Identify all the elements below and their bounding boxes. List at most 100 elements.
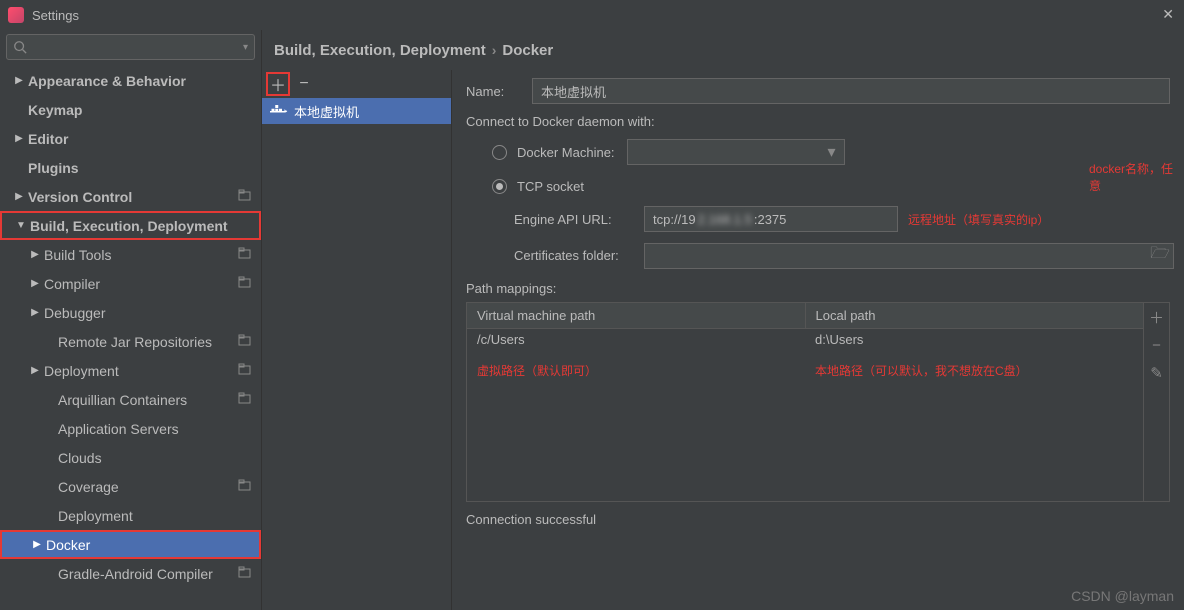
project-icon (238, 247, 251, 260)
tree-item[interactable]: ▶ Deployment (0, 356, 261, 385)
local-path-cell: d:\Users (805, 329, 1143, 350)
name-label: Name: (466, 84, 524, 99)
tree-item-label: Coverage (58, 479, 119, 495)
tree-item[interactable]: Gradle-Android Compiler (0, 559, 261, 588)
cert-folder-input[interactable] (644, 243, 1174, 269)
tree-arrow-icon: ▶ (14, 75, 24, 86)
tree-arrow-icon: ▶ (30, 249, 40, 260)
content-panel: Build, Execution, Deployment › Docker ＋ … (262, 30, 1184, 610)
path-mappings-table: Virtual machine path Local path /c/Users… (466, 302, 1170, 502)
tcp-socket-radio-row[interactable]: TCP socket (466, 175, 1170, 198)
breadcrumb-part: Build, Execution, Deployment (274, 42, 486, 59)
chevron-down-icon: ▾ (828, 142, 836, 162)
mapping-edit-button[interactable]: ✎ (1144, 359, 1169, 387)
search-input[interactable]: ▾ (6, 34, 255, 60)
name-annotation: docker名称，任意 (1089, 160, 1184, 194)
docker-machine-select[interactable]: ▾ (627, 139, 845, 165)
engine-url-annotation: 远程地址（填写真实的ip） (908, 211, 1049, 228)
tree-item-label: Clouds (58, 450, 102, 466)
tree-item-label: Debugger (44, 305, 106, 321)
tree-item[interactable]: Arquillian Containers (0, 385, 261, 414)
name-input[interactable] (532, 78, 1170, 104)
tree-item-label: Application Servers (58, 421, 179, 437)
engine-url-label: Engine API URL: (514, 212, 644, 227)
project-scope-icon (238, 189, 251, 205)
radio-docker-machine[interactable] (492, 145, 507, 160)
tree-item[interactable]: ▶ Editor (0, 124, 261, 153)
tree-item-label: Remote Jar Repositories (58, 334, 212, 350)
watermark: CSDN @layman (1071, 588, 1174, 604)
local-path-note: 本地路径（可以默认，我不想放在C盘） (805, 356, 1143, 385)
close-icon[interactable]: ✕ (1162, 6, 1174, 23)
breadcrumb-part: Docker (502, 42, 553, 59)
docker-machine-label: Docker Machine: (517, 145, 615, 160)
tree-item-label: Docker (46, 537, 90, 553)
tree-item[interactable]: ▶ Build Tools (0, 240, 261, 269)
connection-status: Connection successful (466, 502, 1170, 537)
tree-item-label: Compiler (44, 276, 100, 292)
tree-item-label: Editor (28, 131, 68, 147)
cert-folder-label: Certificates folder: (514, 248, 644, 263)
tree-item-label: Arquillian Containers (58, 392, 187, 408)
docker-list-column: ＋ − 本地虚拟机 (262, 70, 452, 610)
tree-item-label: Deployment (58, 508, 133, 524)
tree-item[interactable]: Keymap (0, 95, 261, 124)
docker-form: Name: docker名称，任意 Connect to Docker daem… (452, 70, 1184, 610)
breadcrumb: Build, Execution, Deployment › Docker (262, 30, 1184, 70)
project-icon (238, 189, 251, 202)
tree-item[interactable]: Deployment (0, 501, 261, 530)
project-scope-icon (238, 247, 251, 263)
tree-item[interactable]: ▼Build, Execution, Deployment (0, 211, 261, 240)
docker-config-item[interactable]: 本地虚拟机 (262, 98, 451, 124)
col-local-path: Local path (806, 303, 1144, 328)
project-icon (238, 392, 251, 405)
tree-arrow-icon: ▶ (14, 133, 24, 144)
list-toolbar: ＋ − (262, 70, 451, 98)
tree-item-label: Keymap (28, 102, 82, 118)
folder-icon[interactable]: 🗁 (1150, 242, 1170, 269)
tree-item[interactable]: Remote Jar Repositories (0, 327, 261, 356)
add-button[interactable]: ＋ (266, 72, 290, 96)
window-title: Settings (32, 8, 79, 23)
tree-arrow-icon: ▶ (30, 278, 40, 289)
settings-tree: ▶ Appearance & Behavior Keymap ▶ Editor Plugi… (0, 64, 261, 610)
tree-item[interactable]: ▶Version Control (0, 182, 261, 211)
search-field[interactable] (31, 40, 243, 54)
tree-item-label: Gradle-Android Compiler (58, 566, 213, 582)
tree-item[interactable]: ▶Docker (0, 530, 261, 559)
tree-arrow-icon: ▶ (30, 365, 40, 376)
tree-item[interactable]: Application Servers (0, 414, 261, 443)
connect-label: Connect to Docker daemon with: (466, 114, 1170, 129)
project-scope-icon (238, 363, 251, 379)
tree-item-label: Deployment (44, 363, 119, 379)
project-icon (238, 566, 251, 579)
tree-item-label: Appearance & Behavior (28, 73, 186, 89)
tree-item-label: Build Tools (44, 247, 111, 263)
radio-tcp-socket[interactable] (492, 179, 507, 194)
search-icon (13, 40, 27, 54)
vm-path-cell: /c/Users (467, 329, 805, 350)
chevron-down-icon[interactable]: ▾ (243, 42, 248, 53)
tree-item[interactable]: ▶ Compiler (0, 269, 261, 298)
mapping-remove-button[interactable]: − (1144, 331, 1169, 359)
remove-button[interactable]: − (292, 72, 316, 96)
docker-icon (270, 104, 288, 118)
project-scope-icon (238, 334, 251, 350)
mapping-add-button[interactable]: ＋ (1144, 303, 1169, 331)
vm-path-note: 虚拟路径（默认即可） (467, 356, 805, 385)
engine-url-input[interactable]: tcp://19 2.168.1.5 :2375 (644, 206, 898, 232)
breadcrumb-sep: › (492, 42, 497, 58)
docker-machine-radio-row[interactable]: Docker Machine: ▾ (466, 135, 1170, 169)
tree-item[interactable]: ▶Debugger (0, 298, 261, 327)
tree-item[interactable]: Plugins (0, 153, 261, 182)
app-icon (8, 7, 24, 23)
mapping-row[interactable]: /c/Users d:\Users (467, 329, 1143, 350)
tree-item[interactable]: ▶ Appearance & Behavior (0, 66, 261, 95)
project-scope-icon (238, 276, 251, 292)
tree-item[interactable]: Clouds (0, 443, 261, 472)
tree-item-label: Plugins (28, 160, 79, 176)
tree-item[interactable]: Coverage (0, 472, 261, 501)
path-mappings-label: Path mappings: (466, 281, 1170, 296)
tree-item-label: Build, Execution, Deployment (30, 218, 228, 234)
project-scope-icon (238, 392, 251, 408)
